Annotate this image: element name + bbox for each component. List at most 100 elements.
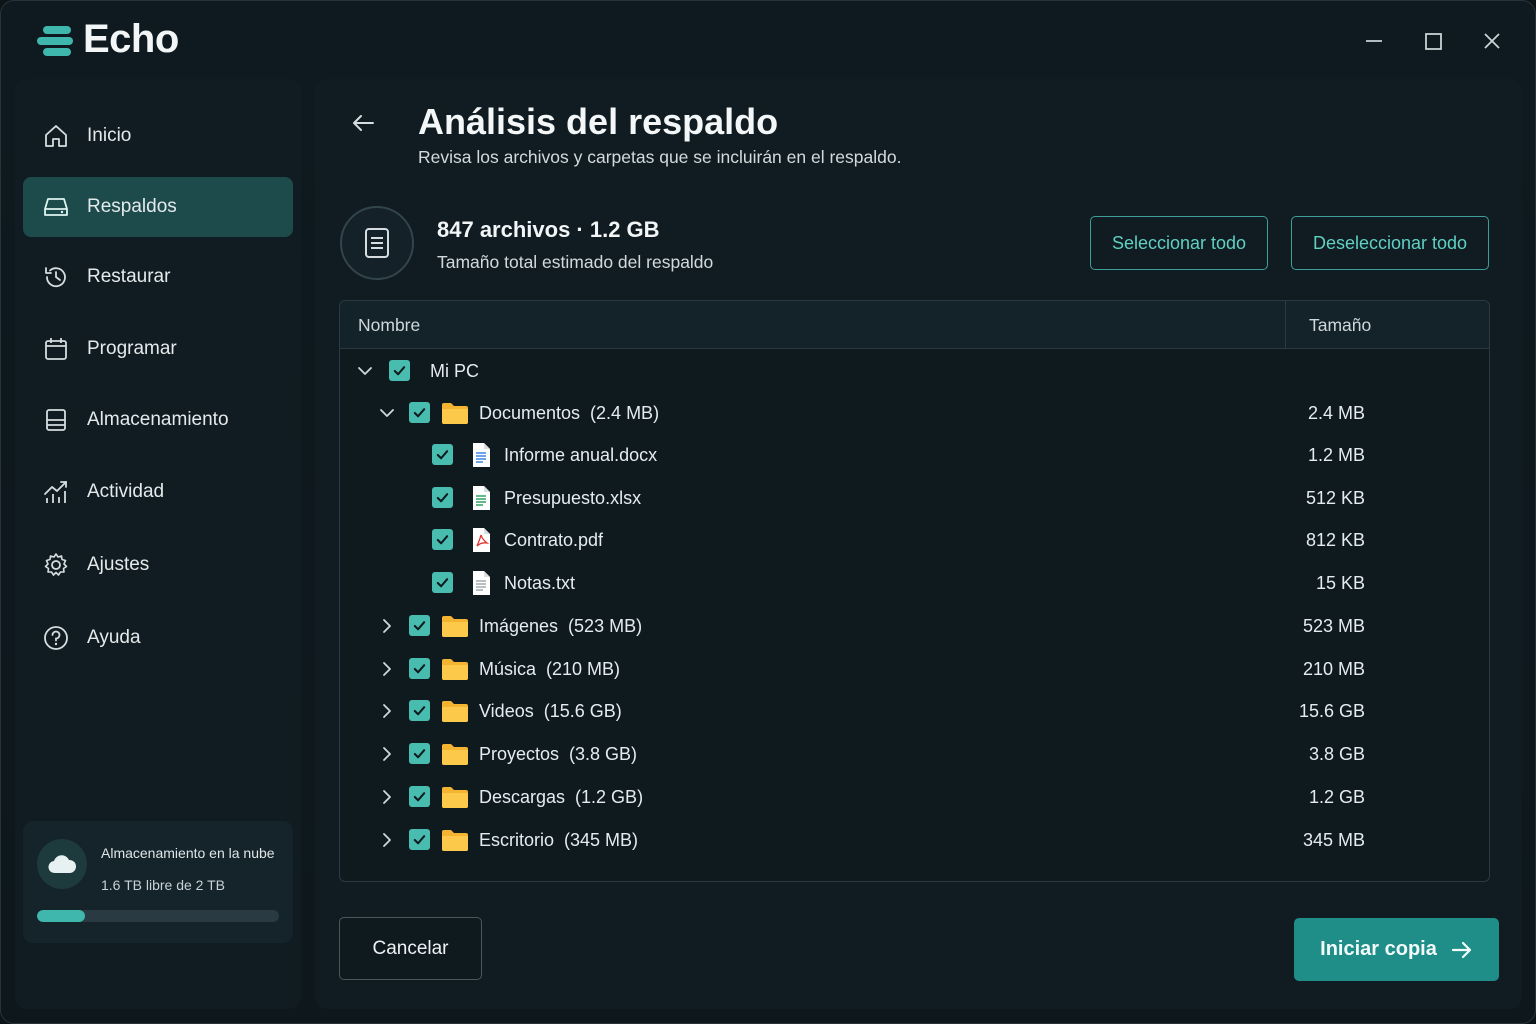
close-button[interactable]	[1474, 23, 1510, 59]
item-name: Contrato.pdf	[504, 530, 604, 550]
xlsx-file-icon	[468, 485, 496, 511]
cloud-storage-title: Almacenamiento en la nube	[101, 845, 275, 861]
checkmark-icon	[413, 664, 426, 674]
sidebar-item-programar[interactable]: Programar	[23, 319, 293, 379]
start-backup-button[interactable]: Iniciar copia	[1294, 918, 1499, 981]
document-icon	[340, 206, 414, 280]
chevron-right-icon[interactable]	[377, 830, 397, 850]
tree-file-row[interactable]: Contrato.pdf 812 KB	[340, 520, 1489, 560]
item-size: 1.2 MB	[1307, 445, 1365, 465]
close-icon	[1484, 33, 1500, 49]
checkbox[interactable]	[409, 786, 430, 807]
tree-folder-row[interactable]: Descargas (1.2 GB) 1.2 GB	[340, 777, 1489, 817]
tree-file-row[interactable]: Informe anual.docx 1.2 MB	[340, 435, 1489, 475]
checkmark-icon	[413, 621, 426, 631]
cloud-icon	[37, 839, 87, 889]
sidebar-item-respaldos[interactable]: Respaldos	[23, 177, 293, 237]
item-name: Música (210 MB)	[479, 659, 621, 679]
item-name: Imágenes (523 MB)	[479, 616, 643, 636]
tree-folder-row[interactable]: Música (210 MB) 210 MB	[340, 649, 1489, 689]
chevron-right-icon[interactable]	[377, 616, 397, 636]
item-size: 2.4 MB	[1307, 403, 1365, 423]
item-size: 15 KB	[1315, 573, 1365, 593]
checkbox[interactable]	[432, 487, 453, 508]
checkbox[interactable]	[432, 529, 453, 550]
activity-icon	[41, 477, 71, 507]
tree-folder-row[interactable]: Documentos (2.4 MB) 2.4 MB	[340, 393, 1489, 433]
help-icon	[41, 623, 71, 653]
tree-file-row[interactable]: Presupuesto.xlsx 512 KB	[340, 478, 1489, 518]
title-bar: Echo	[1, 1, 1535, 81]
deselect-all-button[interactable]: Deseleccionar todo	[1291, 216, 1489, 270]
folder-icon	[441, 827, 469, 853]
maximize-button[interactable]	[1415, 23, 1451, 59]
sidebar-item-label: Almacenamiento	[87, 409, 229, 430]
item-size: 345 MB	[1302, 830, 1365, 850]
chevron-right-icon[interactable]	[377, 787, 397, 807]
tree-folder-row[interactable]: Videos (15.6 GB) 15.6 GB	[340, 691, 1489, 731]
cloud-storage-progress	[37, 910, 279, 922]
summary-title: 847 archivos · 1.2 GB	[437, 217, 660, 242]
checkbox[interactable]	[432, 444, 453, 465]
folder-icon	[441, 613, 469, 639]
echo-logo-icon	[35, 23, 75, 59]
column-header-name[interactable]: Nombre	[358, 315, 420, 336]
sidebar-item-ayuda[interactable]: Ayuda	[23, 608, 293, 668]
sidebar-item-inicio[interactable]: Inicio	[23, 106, 293, 166]
checkbox[interactable]	[409, 402, 430, 423]
main-panel: Análisis del respaldo Revisa los archivo…	[315, 79, 1522, 1009]
app-window: Echo Inicio Respaldos Restaurar Programa…	[0, 0, 1536, 1024]
sidebar-item-restaurar[interactable]: Restaurar	[23, 247, 293, 307]
cloud-storage-free: 1.6 TB libre de 2 TB	[101, 877, 225, 893]
minimize-button[interactable]	[1356, 23, 1392, 59]
checkbox[interactable]	[409, 743, 430, 764]
checkbox[interactable]	[409, 658, 430, 679]
item-name: Videos (15.6 GB)	[479, 701, 622, 721]
tree-folder-row[interactable]: Escritorio (345 MB) 345 MB	[340, 820, 1489, 860]
item-name: Descargas (1.2 GB)	[479, 787, 644, 807]
checkbox[interactable]	[432, 572, 453, 593]
column-divider[interactable]	[1285, 301, 1286, 349]
chevron-down-icon[interactable]	[355, 361, 375, 381]
chevron-right-icon[interactable]	[377, 744, 397, 764]
tree-root-row[interactable]: Mi PC	[340, 351, 1489, 391]
tree-folder-row[interactable]: Proyectos (3.8 GB) 3.8 GB	[340, 734, 1489, 774]
chevron-right-icon[interactable]	[377, 659, 397, 679]
column-header-size[interactable]: Tamaño	[1309, 315, 1371, 336]
checkmark-icon	[413, 835, 426, 845]
tree-file-row[interactable]: Notas.txt 15 KB	[340, 563, 1489, 603]
checkmark-icon	[393, 366, 406, 376]
gear-icon	[41, 550, 71, 580]
maximize-icon	[1425, 33, 1442, 50]
sidebar-item-almacenamiento[interactable]: Almacenamiento	[23, 390, 293, 450]
item-name: Escritorio (345 MB)	[479, 830, 639, 850]
tree-header: Nombre Tamaño	[340, 301, 1489, 349]
checkmark-icon	[413, 706, 426, 716]
sidebar-item-label: Respaldos	[87, 196, 177, 217]
checkbox[interactable]	[409, 615, 430, 636]
item-name: Notas.txt	[504, 573, 576, 593]
chevron-down-icon[interactable]	[377, 403, 397, 423]
sidebar-item-label: Ajustes	[87, 554, 150, 575]
select-all-button[interactable]: Seleccionar todo	[1090, 216, 1268, 270]
checkmark-icon	[413, 792, 426, 802]
item-size: 1.2 GB	[1308, 787, 1365, 807]
back-button[interactable]	[345, 105, 381, 141]
folder-icon	[441, 656, 469, 682]
checkbox[interactable]	[409, 700, 430, 721]
checkbox[interactable]	[389, 360, 410, 381]
sidebar-item-actividad[interactable]: Actividad	[23, 462, 293, 522]
arrow-left-icon	[353, 115, 374, 131]
sidebar-item-label: Restaurar	[87, 266, 171, 287]
item-size: 512 KB	[1305, 488, 1365, 508]
arrow-right-icon	[1451, 941, 1471, 958]
sidebar-item-ajustes[interactable]: Ajustes	[23, 535, 293, 595]
item-size: 210 MB	[1302, 659, 1365, 679]
folder-icon	[441, 784, 469, 810]
cancel-button[interactable]: Cancelar	[339, 917, 482, 980]
chevron-right-icon[interactable]	[377, 701, 397, 721]
checkbox[interactable]	[409, 829, 430, 850]
checkmark-icon	[436, 535, 449, 545]
item-name: Documentos (2.4 MB)	[479, 403, 660, 423]
tree-folder-row[interactable]: Imágenes (523 MB) 523 MB	[340, 606, 1489, 646]
